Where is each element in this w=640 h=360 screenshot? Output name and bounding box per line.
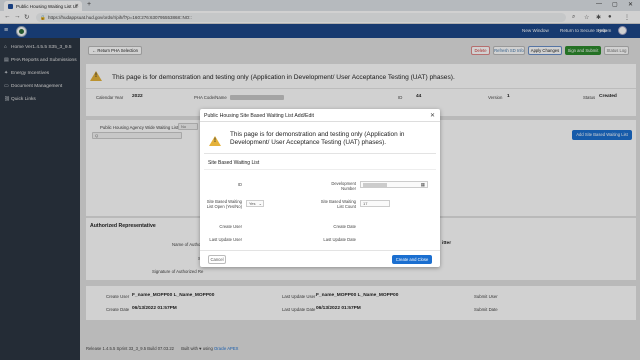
development-number-select[interactable]: ▦ xyxy=(360,181,428,188)
cancel-button[interactable]: Cancel xyxy=(208,255,226,264)
waiting-list-count-label: Site Based Waiting List Count xyxy=(320,199,356,209)
dialog-title: Public Housing Site Based Waiting List A… xyxy=(200,109,440,122)
waiting-list-open-label: Site Based Waiting List Open (Yes/No) xyxy=(206,199,242,209)
waiting-list-open-select[interactable]: Yes ⌄ xyxy=(246,200,264,207)
site-based-waiting-list-dialog: Public Housing Site Based Waiting List A… xyxy=(200,109,440,267)
waiting-list-count-input[interactable]: 17 xyxy=(360,200,390,207)
last-update-date-label: Last Update Date xyxy=(323,237,356,242)
id-label: ID xyxy=(237,182,242,187)
create-date-label: Create Date xyxy=(333,224,356,229)
create-and-close-button[interactable]: Create and Close xyxy=(392,255,432,264)
grid-icon: ▦ xyxy=(420,182,425,187)
open-value: Yes xyxy=(249,201,256,206)
close-dialog-icon[interactable]: ✕ xyxy=(430,112,435,119)
chevron-down-icon: ⌄ xyxy=(258,201,262,206)
warning-icon: ! xyxy=(209,136,221,146)
section-title: Site Based Waiting List xyxy=(208,160,260,166)
create-user-label: Create User xyxy=(219,224,242,229)
development-number-label: Development Number xyxy=(331,181,356,191)
dialog-uat-banner: This page is for demonstration and testi… xyxy=(230,131,405,146)
last-update-user-label: Last Update User xyxy=(209,237,242,242)
